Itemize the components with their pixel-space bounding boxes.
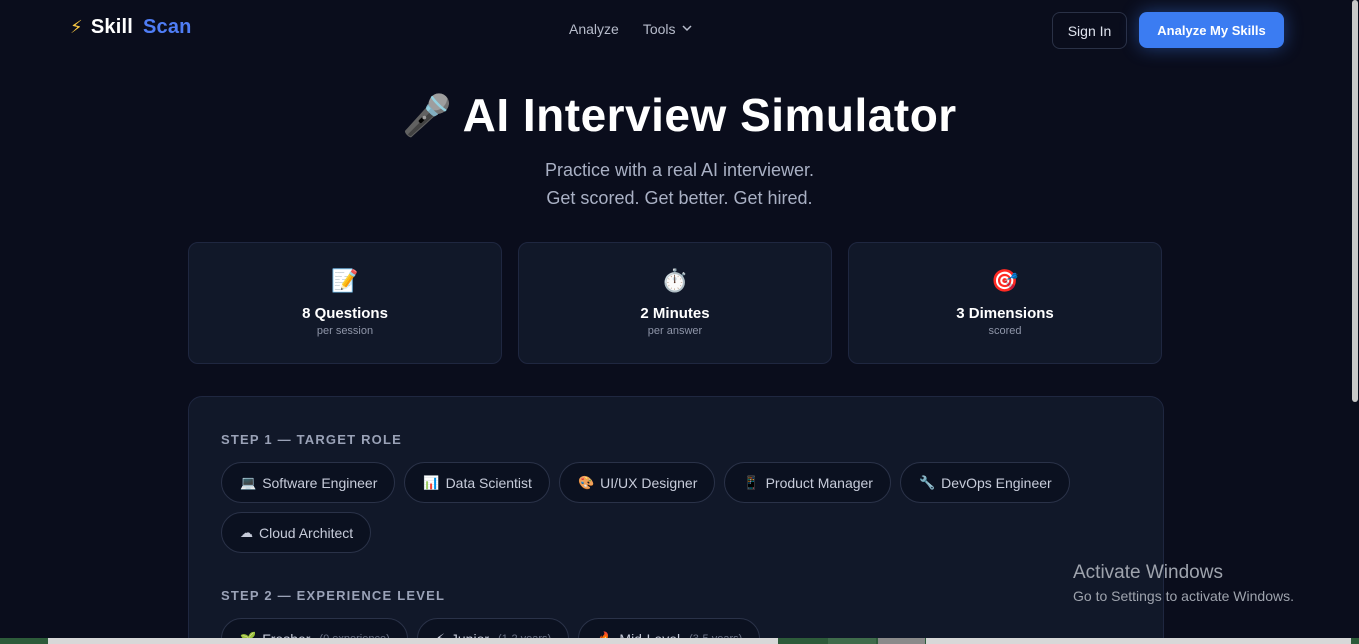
- stat-value: 8 Questions: [302, 305, 388, 322]
- stat-caption: per session: [316, 325, 374, 337]
- laptop-icon: 💻: [240, 474, 257, 490]
- main-nav: Analyze Tools: [569, 21, 692, 37]
- page: ⚡ Skill Scan Analyze Tools Sign In Analy…: [0, 0, 1359, 644]
- nav-tools-dropdown[interactable]: Tools: [643, 21, 692, 37]
- bar-chart-icon: 📊: [423, 474, 440, 490]
- taskbar-strip: [0, 638, 1359, 644]
- top-navbar: ⚡ Skill Scan Analyze Tools Sign In Analy…: [0, 0, 1343, 62]
- page-subtitle: Practice with a real AI interviewer. Get…: [0, 156, 1359, 212]
- stat-card-questions: 📝 8 Questions per session: [188, 242, 502, 364]
- scrollbar-thumb[interactable]: [1352, 0, 1358, 402]
- logo-word-skill: Skill: [90, 16, 133, 38]
- chip-label: Data Scientist: [445, 474, 532, 491]
- stat-card-minutes: ⏱️ 2 Minutes per answer: [518, 242, 832, 364]
- stat-caption: scored: [988, 325, 1022, 337]
- page-title: 🎤 AI Interview Simulator: [0, 88, 1359, 142]
- stat-card-dimensions: 🎯 3 Dimensions scored: [848, 242, 1162, 364]
- stats-row: 📝 8 Questions per session ⏱️ 2 Minutes p…: [188, 242, 1162, 364]
- wrench-icon: 🔧: [918, 474, 936, 490]
- page-scrollbar[interactable]: [1351, 0, 1359, 644]
- subtitle-line-2: Get scored. Get better. Get hired.: [546, 188, 813, 208]
- chip-label: DevOps Engineer: [941, 474, 1052, 491]
- interview-setup-panel: STEP 1 — TARGET ROLE 💻 Software Engineer…: [188, 396, 1164, 644]
- analyze-my-skills-button[interactable]: Analyze My Skills: [1139, 12, 1284, 48]
- logo[interactable]: ⚡ Skill Scan: [70, 16, 192, 39]
- nav-tools-label: Tools: [642, 21, 676, 37]
- microphone-icon: 🎤: [402, 94, 453, 138]
- step-1-label: STEP 1 — TARGET ROLE: [221, 432, 402, 447]
- role-chip-cloud-architect[interactable]: ☁ Cloud Architect: [221, 512, 372, 553]
- chip-label: Software Engineer: [262, 474, 378, 491]
- role-chip-ui-ux-designer[interactable]: 🎨 UI/UX Designer: [558, 462, 716, 503]
- chip-label: Product Manager: [765, 474, 873, 491]
- memo-icon: 📝: [331, 268, 359, 293]
- step-2-label: STEP 2 — EXPERIENCE LEVEL: [221, 588, 446, 603]
- nav-analyze[interactable]: Analyze: [569, 21, 619, 37]
- stopwatch-icon: ⏱️: [661, 268, 689, 293]
- taskbar-segment: [48, 638, 778, 644]
- chevron-down-icon: [681, 24, 692, 35]
- role-chip-group: 💻 Software Engineer 📊 Data Scientist 🎨 U…: [221, 462, 1121, 553]
- windows-activation-watermark: Activate Windows Go to Settings to activ…: [1073, 562, 1294, 604]
- sign-in-button[interactable]: Sign In: [1052, 12, 1127, 49]
- chip-label: Cloud Architect: [259, 524, 354, 541]
- subtitle-line-1: Practice with a real AI interviewer.: [544, 160, 815, 180]
- cloud-icon: ☁: [240, 524, 253, 540]
- lightning-icon: ⚡: [70, 17, 83, 37]
- taskbar-segment: [828, 638, 876, 644]
- chip-label: UI/UX Designer: [600, 474, 698, 491]
- role-chip-devops-engineer[interactable]: 🔧 DevOps Engineer: [899, 462, 1070, 503]
- taskbar-segment: [926, 638, 1351, 644]
- role-chip-data-scientist[interactable]: 📊 Data Scientist: [404, 462, 550, 503]
- role-chip-product-manager[interactable]: 📱 Product Manager: [724, 462, 891, 503]
- role-chip-software-engineer[interactable]: 💻 Software Engineer: [221, 462, 396, 503]
- logo-word-scan: Scan: [142, 16, 192, 38]
- target-icon: 🎯: [991, 268, 1019, 293]
- watermark-subtitle: Go to Settings to activate Windows.: [1073, 588, 1294, 604]
- stat-value: 3 Dimensions: [956, 305, 1054, 322]
- page-title-text: AI Interview Simulator: [462, 89, 957, 141]
- taskbar-segment: [878, 638, 925, 644]
- watermark-title: Activate Windows: [1073, 562, 1223, 583]
- mobile-icon: 📱: [743, 474, 760, 490]
- stat-caption: per answer: [647, 325, 703, 337]
- stat-value: 2 Minutes: [640, 305, 710, 322]
- palette-icon: 🎨: [577, 474, 595, 490]
